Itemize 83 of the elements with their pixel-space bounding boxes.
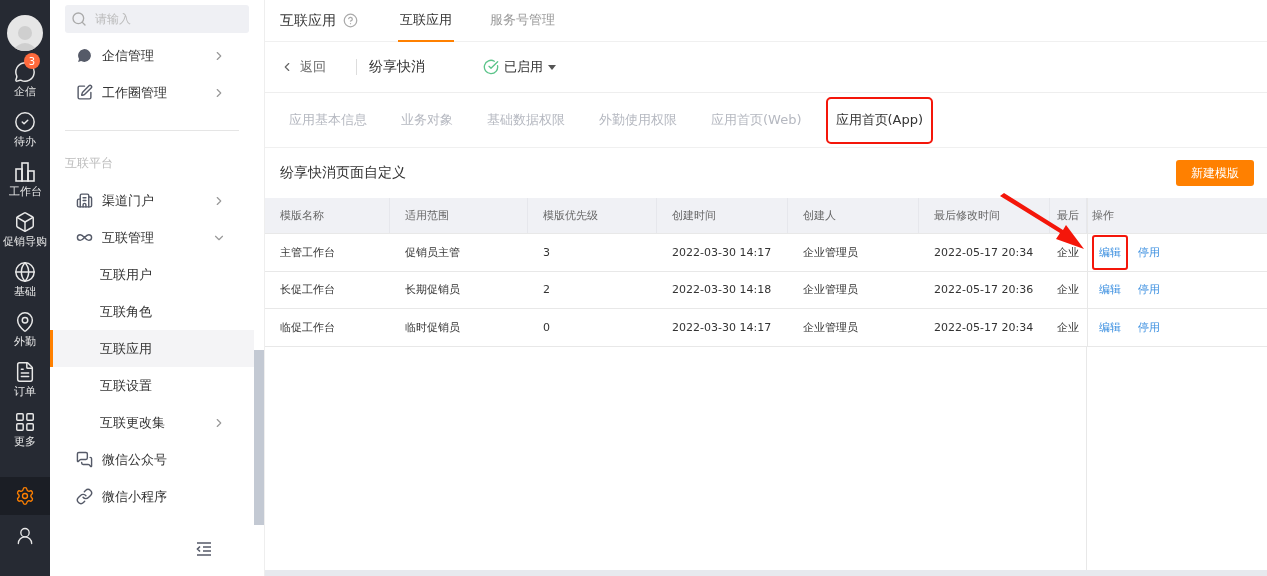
globe-icon	[14, 261, 36, 283]
tab[interactable]: 互联应用	[398, 0, 454, 42]
rail-item[interactable]: 工作台	[0, 155, 50, 205]
settings-icon	[15, 486, 35, 506]
action-link[interactable]: 编辑	[1092, 317, 1128, 338]
action-link[interactable]: 停用	[1131, 242, 1167, 263]
rail-item[interactable]: 订单	[0, 355, 50, 405]
caret-icon	[548, 64, 556, 70]
rail-item[interactable]: 待办	[0, 105, 50, 155]
table-cell-text: 2022-05-17 20:34	[933, 244, 1035, 261]
table-cell-text: 2022-05-17 20:36	[933, 282, 1035, 299]
table-cell-text: 主管工作台	[279, 244, 336, 261]
action-link[interactable]: 停用	[1131, 317, 1167, 338]
table-cell-text: 长期促销员	[404, 282, 461, 299]
nav-item[interactable]: 互联应用	[50, 330, 254, 367]
table-cell-text: 促销员主管	[404, 244, 461, 261]
rail-item[interactable]: 企信 3	[0, 55, 50, 105]
nav-item[interactable]: 工作圈管理	[50, 74, 254, 111]
table-cell-text: 2022-05-17 20:34	[933, 319, 1035, 336]
scrollbar[interactable]	[265, 570, 1267, 576]
user-list-icon	[15, 526, 35, 546]
tab[interactable]: 应用首页(App)	[825, 96, 934, 144]
nav-item[interactable]: 企信管理	[50, 37, 254, 74]
action-link[interactable]: 停用	[1131, 279, 1167, 300]
document-icon	[14, 361, 36, 383]
table-cell-text: 企业管理员	[802, 282, 859, 299]
grid-icon	[14, 411, 36, 433]
table-cell-text: 2022-03-30 14:18	[671, 282, 773, 299]
rail-item[interactable]: 促销导购	[0, 205, 50, 255]
app-name: 纷享快消	[369, 58, 425, 76]
nav-item[interactable]: 微信小程序	[50, 478, 254, 515]
nav-item[interactable]: 渠道门户	[50, 182, 254, 219]
rail-tool[interactable]	[0, 477, 50, 515]
table-cell-text: 2022-03-30 14:17	[671, 319, 773, 336]
table-cell-text: 企业	[1056, 244, 1080, 261]
nav-item[interactable]: 互联更改集	[50, 404, 254, 441]
nav-item[interactable]: 微信公众号	[50, 441, 254, 478]
column-header: 操作	[1087, 198, 1267, 233]
table-cell-text: 0	[542, 319, 551, 336]
nav-item[interactable]: 互联设置	[50, 367, 254, 404]
table-cell-text: 企业	[1056, 319, 1080, 336]
column-header: 创建人	[788, 198, 919, 233]
rail-item[interactable]: 更多	[0, 405, 50, 455]
nav-item[interactable]: 互联用户	[50, 256, 254, 293]
back-link[interactable]: 返回	[280, 59, 357, 75]
table-cell-text: 企业	[1056, 282, 1080, 299]
unread-badge: 3	[24, 53, 40, 69]
box-icon	[14, 211, 36, 233]
collapse-icon[interactable]	[196, 542, 212, 556]
action-link[interactable]: 编辑	[1092, 279, 1128, 300]
chat-bubble-icon	[76, 47, 93, 64]
action-link[interactable]: 编辑	[1092, 234, 1128, 270]
group-title: 互联平台	[64, 155, 114, 172]
column-header: 适用范围	[390, 198, 528, 233]
table-cell-text: 企业管理员	[802, 319, 859, 336]
table-cell-text: 临促工作台	[279, 319, 336, 336]
link-circle-icon	[76, 488, 93, 505]
status-dropdown[interactable]: 已启用	[483, 58, 556, 76]
table-cell-text: 企业管理员	[802, 244, 859, 261]
column-header: 模版优先级	[528, 198, 657, 233]
table-cell-text: 3	[542, 244, 551, 261]
table-cell-text: 长促工作台	[279, 282, 336, 299]
bar-chart-icon	[14, 161, 36, 183]
table-cell-text: 临时促销员	[404, 319, 461, 336]
check-circle-icon	[483, 59, 499, 75]
table-cell-text: 2022-03-30 14:17	[671, 244, 773, 261]
column-header: 创建时间	[657, 198, 788, 233]
page-title: 互联应用	[280, 11, 336, 30]
building-icon	[76, 192, 93, 209]
wechat-icon	[76, 451, 93, 468]
scrollbar[interactable]	[254, 350, 264, 525]
nav-item[interactable]: 互联管理	[50, 219, 254, 256]
table-cell-text: 2	[542, 282, 551, 299]
section-title: 纷享快消页面自定义	[280, 164, 406, 182]
column-header: 模版名称	[265, 198, 390, 233]
avatar[interactable]	[7, 15, 43, 51]
rail-item[interactable]: 基础	[0, 255, 50, 305]
edit-icon	[76, 84, 93, 101]
rail-item[interactable]: 外勤	[0, 305, 50, 355]
nav-item[interactable]: 互联角色	[50, 293, 254, 330]
map-pin-icon	[14, 311, 36, 333]
search-icon	[71, 11, 87, 27]
check-circle-icon	[14, 111, 36, 133]
